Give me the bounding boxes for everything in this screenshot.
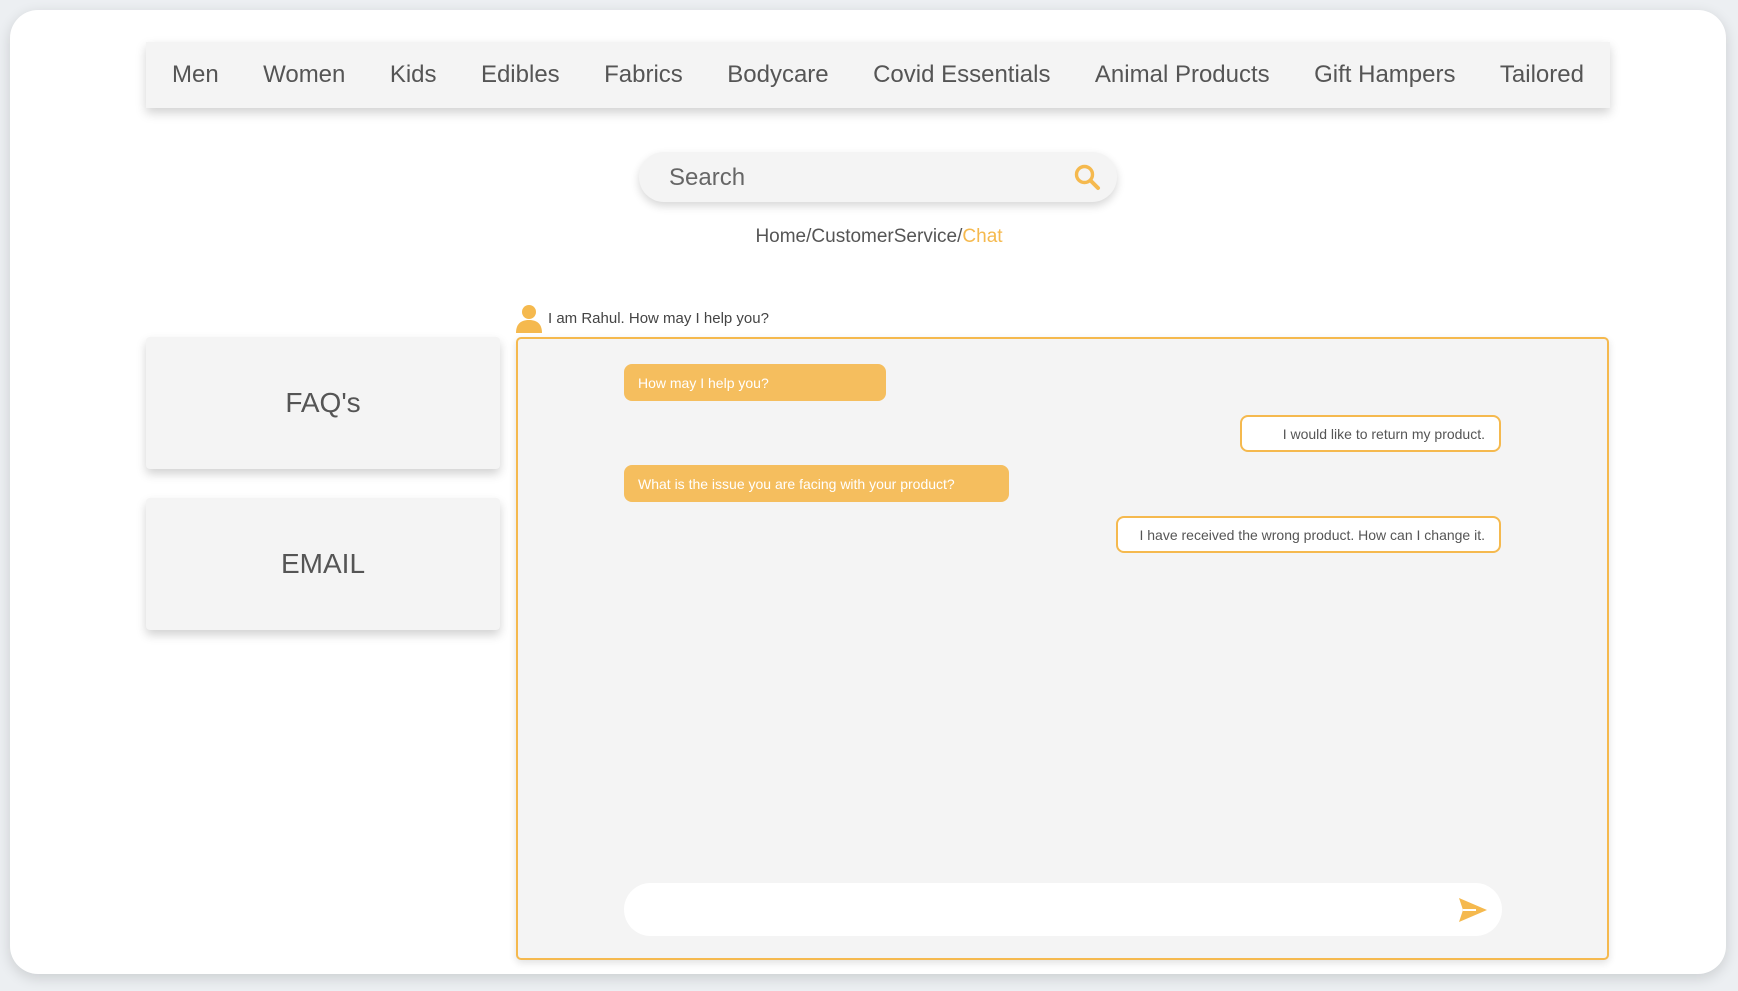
nav-item-kids[interactable]: Kids	[390, 61, 437, 89]
page-frame: Men Women Kids Edibles Fabrics Bodycare …	[10, 10, 1726, 974]
breadcrumb: Home/CustomerService/Chat	[10, 226, 1738, 248]
user-message: I would like to return my product.	[1240, 415, 1501, 452]
breadcrumb-chat: Chat	[962, 226, 1003, 247]
chat-panel: How may I help you? I would like to retu…	[516, 337, 1609, 960]
faq-label: FAQ's	[285, 387, 361, 418]
nav-item-tailored[interactable]: Tailored	[1500, 61, 1584, 89]
search-bar	[639, 152, 1117, 204]
send-icon[interactable]	[1458, 896, 1488, 924]
message-input[interactable]	[648, 883, 1432, 938]
search-input[interactable]	[667, 152, 1051, 204]
user-avatar-icon	[516, 305, 542, 333]
nav-item-gift-hampers[interactable]: Gift Hampers	[1314, 61, 1455, 89]
agent-message: How may I help you?	[624, 364, 886, 401]
agent-message: What is the issue you are facing with yo…	[624, 465, 1009, 502]
breadcrumb-home[interactable]: Home	[755, 226, 806, 247]
message-composer	[624, 883, 1502, 938]
email-label: EMAIL	[280, 548, 366, 579]
nav-item-women[interactable]: Women	[263, 61, 345, 89]
nav-item-covid-essentials[interactable]: Covid Essentials	[873, 61, 1050, 89]
agent-greeting: I am Rahul. How may I help you?	[548, 309, 769, 327]
nav-item-animal-products[interactable]: Animal Products	[1095, 61, 1270, 89]
nav-item-men[interactable]: Men	[172, 61, 219, 89]
category-nav: Men Women Kids Edibles Fabrics Bodycare …	[146, 42, 1610, 108]
agent-header: I am Rahul. How may I help you?	[514, 303, 769, 333]
nav-item-bodycare[interactable]: Bodycare	[727, 61, 828, 89]
user-message: I have received the wrong product. How c…	[1116, 516, 1501, 553]
email-card[interactable]: EMAIL	[146, 498, 500, 630]
faq-card[interactable]: FAQ's	[146, 337, 500, 469]
nav-item-edibles[interactable]: Edibles	[481, 61, 560, 89]
search-icon[interactable]	[1073, 163, 1101, 191]
nav-item-fabrics[interactable]: Fabrics	[604, 61, 683, 89]
breadcrumb-customer-service[interactable]: CustomerService	[811, 226, 957, 247]
